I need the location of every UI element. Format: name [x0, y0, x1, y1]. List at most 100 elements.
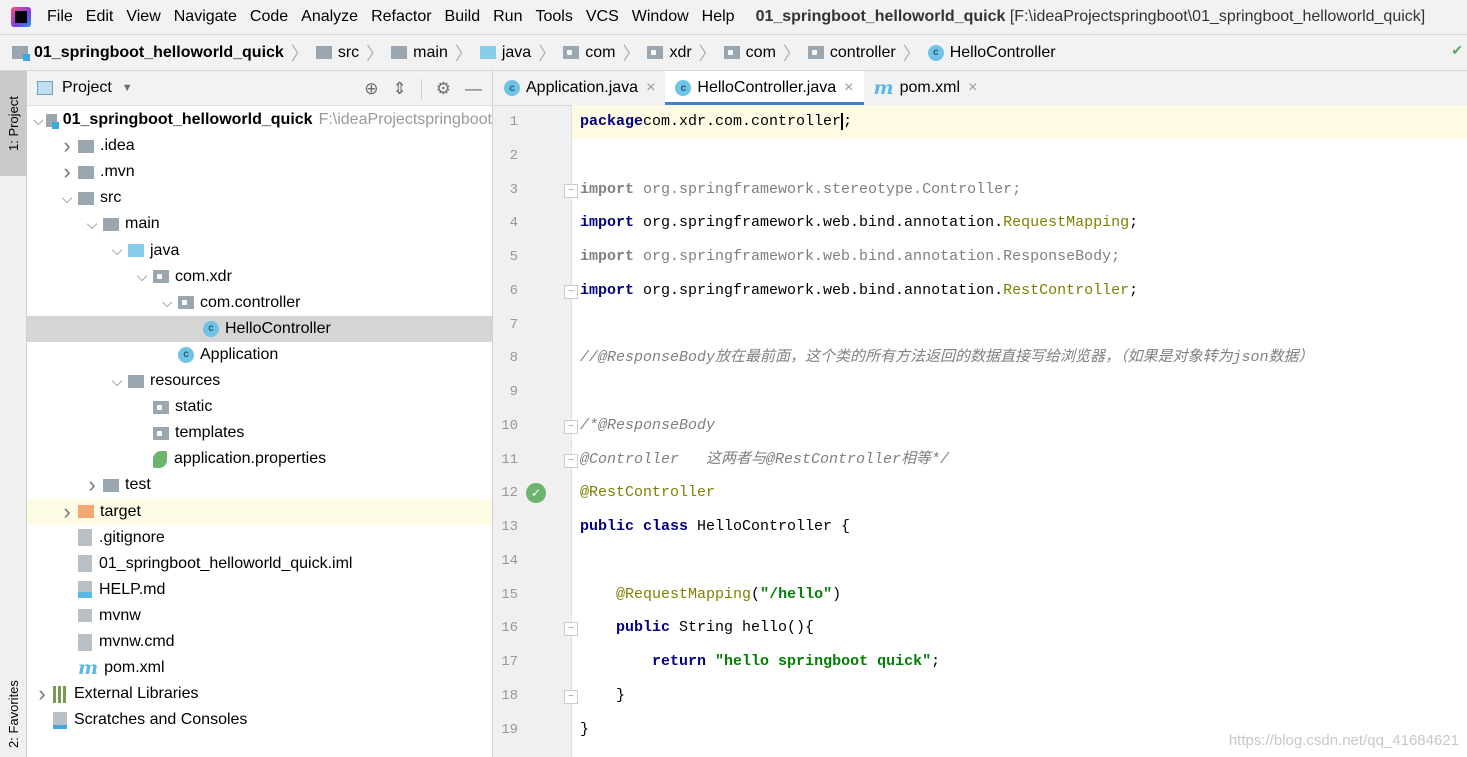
menu-file[interactable]: File [47, 8, 73, 26]
tree-item-label: templates [175, 424, 245, 442]
code-token: @RequestMapping [616, 585, 752, 603]
tree-item[interactable]: ⌵ src [27, 185, 492, 211]
tree-item-label: resources [150, 372, 221, 389]
tree-item[interactable]: ⌵ com.xdr [27, 264, 492, 290]
tree-item[interactable]: › target [27, 498, 492, 525]
tree-item[interactable]: › .mvn [27, 159, 492, 185]
editor-tab[interactable]: m pom.xml × [864, 71, 988, 105]
breadcrumb-item[interactable]: java 〉 [479, 40, 563, 66]
source-folder-icon [479, 46, 496, 59]
inspection-ok-icon[interactable]: ✔ [1451, 42, 1463, 59]
menu-run[interactable]: Run [493, 8, 522, 26]
tree-item[interactable]: c Application [27, 342, 492, 368]
tree-item[interactable]: templates [27, 420, 492, 446]
menu-edit[interactable]: Edit [86, 8, 114, 26]
tree-item[interactable]: application.properties [27, 446, 492, 472]
tree-item[interactable]: ⌵ com.controller [27, 290, 492, 316]
breadcrumb-separator-icon: 〉 [366, 43, 385, 64]
menu-refactor[interactable]: Refactor [371, 8, 431, 26]
menu-help[interactable]: Help [702, 8, 735, 26]
chevron-down-icon[interactable]: ⌵ [31, 112, 46, 129]
menu-navigate[interactable]: Navigate [174, 8, 237, 26]
breadcrumb-item[interactable]: com 〉 [723, 40, 808, 66]
code-token: public class [580, 518, 689, 535]
menu-code[interactable]: Code [250, 8, 288, 26]
chevron-right-icon[interactable]: › [56, 159, 78, 185]
chevron-down-icon[interactable]: ⌵ [81, 216, 103, 233]
menu-build[interactable]: Build [445, 8, 481, 26]
breadcrumb-item[interactable]: main 〉 [391, 40, 480, 66]
breadcrumb-label: com [745, 43, 776, 61]
code-token: package [580, 113, 644, 130]
close-icon[interactable]: × [844, 79, 853, 97]
editor-tab[interactable]: c HelloController.java × [665, 71, 864, 106]
package-icon [807, 46, 824, 59]
favorites-tool-tab[interactable]: 2: Favorites [0, 671, 27, 757]
breadcrumb-label: controller [829, 43, 896, 61]
close-icon[interactable]: × [968, 79, 977, 97]
menu-analyze[interactable]: Analyze [301, 8, 358, 26]
breadcrumb-separator-icon: 〉 [454, 43, 473, 64]
editor-tab[interactable]: c Application.java × [494, 71, 665, 105]
tree-item[interactable]: .gitignore [27, 525, 492, 551]
locate-icon[interactable]: ⊕ [364, 79, 378, 99]
tree-item[interactable]: › .idea [27, 133, 492, 159]
line-number: 2 [509, 147, 518, 164]
breadcrumb-item[interactable]: xdr 〉 [647, 40, 723, 66]
breadcrumb-item[interactable]: 01_springboot_helloworld_quick 〉 [12, 40, 316, 66]
tree-item-label: .gitignore [99, 528, 165, 546]
collapse-all-icon[interactable]: ⇕ [393, 79, 407, 99]
project-tool-tab[interactable]: 1: Project [0, 71, 27, 176]
chevron-right-icon[interactable]: › [81, 472, 103, 498]
tree-item[interactable]: mvnw [27, 603, 492, 629]
chevron-down-icon[interactable]: ⌵ [106, 373, 128, 390]
chevron-right-icon[interactable]: › [31, 681, 53, 707]
libraries-icon [53, 685, 67, 703]
tree-item[interactable]: mvnw.cmd [27, 629, 492, 655]
code-line: //@ResponseBody放在最前面，这个类的所有方法返回的数据直接写给浏览… [572, 341, 1467, 375]
menu-window[interactable]: Window [632, 8, 689, 26]
spring-bean-gutter-icon[interactable]: ✓ [526, 483, 546, 504]
code-token: org.springframework.web.bind.annotation.… [634, 248, 1121, 265]
gear-icon[interactable]: ⚙ [436, 79, 451, 99]
close-icon[interactable]: × [646, 79, 655, 97]
tree-item[interactable]: ⌵ resources [27, 368, 492, 394]
project-view-selector[interactable]: Project [62, 79, 112, 97]
tree-item[interactable]: HELP.md [27, 577, 492, 603]
editor-tab-label: HelloController.java [697, 79, 837, 96]
minimize-icon[interactable]: — [465, 79, 482, 99]
tree-item[interactable]: Scratches and Consoles [27, 707, 492, 733]
tree-item[interactable]: ⌵ main [27, 211, 492, 237]
tree-item-label: mvnw [99, 606, 141, 624]
tree-item[interactable]: c HelloController [27, 315, 492, 342]
class-icon: c [927, 44, 944, 61]
tree-item[interactable]: m pom.xml [27, 655, 492, 681]
tree-item[interactable]: › External Libraries [27, 681, 492, 707]
tree-item[interactable]: ⌵ java [27, 238, 492, 264]
breadcrumb-item[interactable]: com 〉 [563, 40, 647, 66]
chevron-right-icon[interactable]: › [56, 133, 78, 159]
chevron-down-icon[interactable]: ⌵ [156, 294, 178, 311]
chevron-down-icon[interactable]: ▼ [122, 82, 133, 94]
code-token: org.springframework.web.bind.annotation. [634, 214, 1004, 232]
breadcrumb-item[interactable]: c HelloController [927, 44, 1056, 62]
tree-item-label: main [125, 215, 160, 233]
chevron-right-icon[interactable]: › [56, 499, 78, 525]
tree-item[interactable]: ⌵ 01_springboot_helloworld_quick F:\ideaPr… [27, 107, 492, 133]
chevron-down-icon[interactable]: ⌵ [56, 190, 78, 207]
chevron-down-icon[interactable]: ⌵ [131, 268, 153, 285]
breadcrumb-item[interactable]: controller 〉 [807, 40, 928, 66]
breadcrumb-label: com [585, 43, 616, 61]
window-title-project: 01_springboot_helloworld_quick [755, 8, 1006, 25]
menu-tools[interactable]: Tools [535, 8, 572, 26]
tree-item[interactable]: 01_springboot_helloworld_quick.iml [27, 551, 492, 577]
menu-view[interactable]: View [126, 8, 160, 26]
tree-item[interactable]: › test [27, 472, 492, 498]
chevron-down-icon[interactable]: ⌵ [106, 242, 128, 259]
line-number: 19 [501, 721, 518, 738]
menu-vcs[interactable]: VCS [586, 8, 619, 26]
breadcrumb-item[interactable]: src 〉 [315, 40, 391, 66]
tree-item[interactable]: static [27, 394, 492, 420]
maven-icon: m [78, 657, 99, 680]
